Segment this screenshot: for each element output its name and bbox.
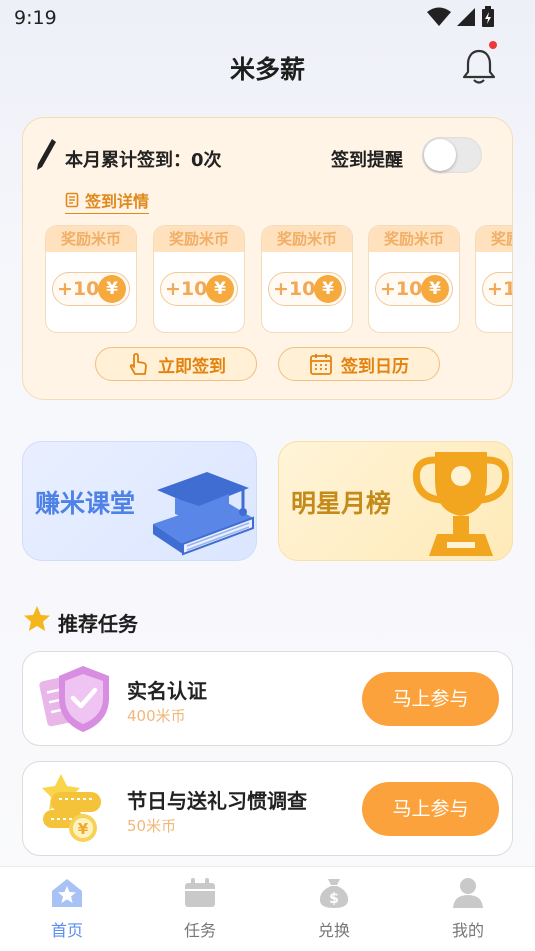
reward-head: 奖励米币 (154, 226, 244, 252)
svg-text:$: $ (329, 891, 339, 907)
reward-value: +10 (165, 278, 208, 300)
home-icon (52, 879, 82, 907)
status-time: 9:19 (14, 7, 57, 29)
tab-label: 我的 (451, 921, 484, 940)
task-item-survey: ¥ 节日与送礼习惯调查 50米币 马上参与 (22, 761, 513, 856)
tab-label: 首页 (50, 921, 83, 940)
signin-now-label: 立即签到 (158, 356, 226, 377)
page-title: 米多薪 (229, 55, 305, 84)
reward-day-1: 奖励米币 +10 ¥ (45, 225, 137, 333)
classroom-label: 赚米课堂 (35, 489, 136, 518)
reward-day-5: 奖励米币 +10 ¥ (475, 225, 512, 333)
star-ranking-label: 明星月榜 (291, 489, 392, 518)
calendar-icon (310, 354, 332, 375)
reward-head: 奖励米币 (262, 226, 352, 252)
reward-list: 奖励米币 +10 ¥ 奖励米币 +10 ¥ 奖励米币 +10 ¥ 奖励米币 +1… (45, 225, 512, 335)
reward-value: +10 (57, 278, 100, 300)
svg-text:¥: ¥ (78, 820, 89, 838)
calendar-icon (185, 878, 215, 907)
coin-icon: ¥ (98, 275, 126, 303)
reward-day-4: 奖励米币 +10 ¥ (368, 225, 460, 333)
tab-mine[interactable]: 我的 (428, 877, 508, 941)
document-icon (65, 192, 79, 208)
recommended-tasks-title: 推荐任务 (58, 612, 138, 636)
reward-head: 奖励米币 (369, 226, 459, 252)
battery-icon (482, 6, 494, 27)
trophy-icon (412, 452, 510, 556)
toggle-knob (424, 139, 456, 171)
reward-head: 奖励米币 (476, 226, 512, 252)
reward-head: 奖励米币 (46, 226, 136, 252)
reward-pill: +10 ¥ (375, 272, 453, 306)
wifi-icon (427, 7, 451, 26)
star-icon (24, 606, 50, 631)
tab-exchange[interactable]: $ 兑换 (294, 877, 374, 941)
reward-pill: +10 ¥ (482, 272, 512, 306)
signin-calendar-button[interactable]: 签到日历 (278, 347, 440, 381)
tab-home[interactable]: 首页 (27, 877, 107, 941)
bell-icon[interactable] (462, 48, 496, 84)
reward-day-3: 奖励米币 +10 ¥ (261, 225, 353, 333)
coin-icon: ¥ (314, 275, 342, 303)
signin-now-button[interactable]: 立即签到 (95, 347, 257, 381)
graduation-book-icon (153, 472, 254, 556)
bottom-tab-bar: 首页 任务 $ 兑换 我的 (0, 866, 535, 951)
user-icon (453, 878, 483, 908)
money-bag-icon: $ (319, 879, 349, 908)
reward-pill: +10 ¥ (160, 272, 238, 306)
reward-value: +10 (487, 278, 512, 300)
hand-pointer-icon (129, 353, 147, 375)
tab-label: 任务 (183, 921, 216, 940)
task-item-real-name: 实名认证 400米币 马上参与 (22, 651, 513, 746)
tab-tasks[interactable]: 任务 (160, 877, 240, 941)
reward-pill: +10 ¥ (52, 272, 130, 306)
signin-remind-label: 签到提醒 (331, 150, 403, 171)
star-ranking-card[interactable]: 明星月榜 (278, 441, 513, 561)
signin-remind-toggle[interactable] (422, 137, 482, 173)
notification-dot (489, 41, 497, 49)
reward-day-2: 奖励米币 +10 ¥ (153, 225, 245, 333)
coin-icon: ¥ (206, 275, 234, 303)
month-signin-count: 本月累计签到：0次 (65, 150, 222, 171)
join-task-button[interactable]: 马上参与 (362, 782, 499, 836)
coin-icon: ¥ (421, 275, 449, 303)
task-reward: 50米币 (127, 817, 177, 835)
signin-detail-label: 签到详情 (85, 192, 150, 211)
join-task-button[interactable]: 马上参与 (362, 672, 499, 726)
status-icons (427, 6, 495, 28)
reward-value: +10 (273, 278, 316, 300)
reward-pill: +10 ¥ (268, 272, 346, 306)
task-reward: 400米币 (127, 707, 186, 725)
signin-card: 本月累计签到：0次 签到提醒 签到详情 奖励米币 +10 ¥ 奖励米币 +10 … (22, 117, 513, 400)
tab-label: 兑换 (317, 921, 350, 940)
reward-value: +10 (380, 278, 423, 300)
signin-detail-link[interactable]: 签到详情 (65, 188, 150, 214)
star-coin-icon: ¥ (42, 774, 101, 842)
task-title: 节日与送礼习惯调查 (127, 789, 307, 813)
signal-icon (457, 8, 475, 26)
pen-icon (37, 139, 56, 170)
shield-check-icon (39, 666, 109, 732)
status-bar: 9:19 (0, 0, 535, 36)
signin-calendar-label: 签到日历 (341, 356, 409, 377)
classroom-card[interactable]: 赚米课堂 (22, 441, 257, 561)
task-title: 实名认证 (127, 679, 207, 703)
